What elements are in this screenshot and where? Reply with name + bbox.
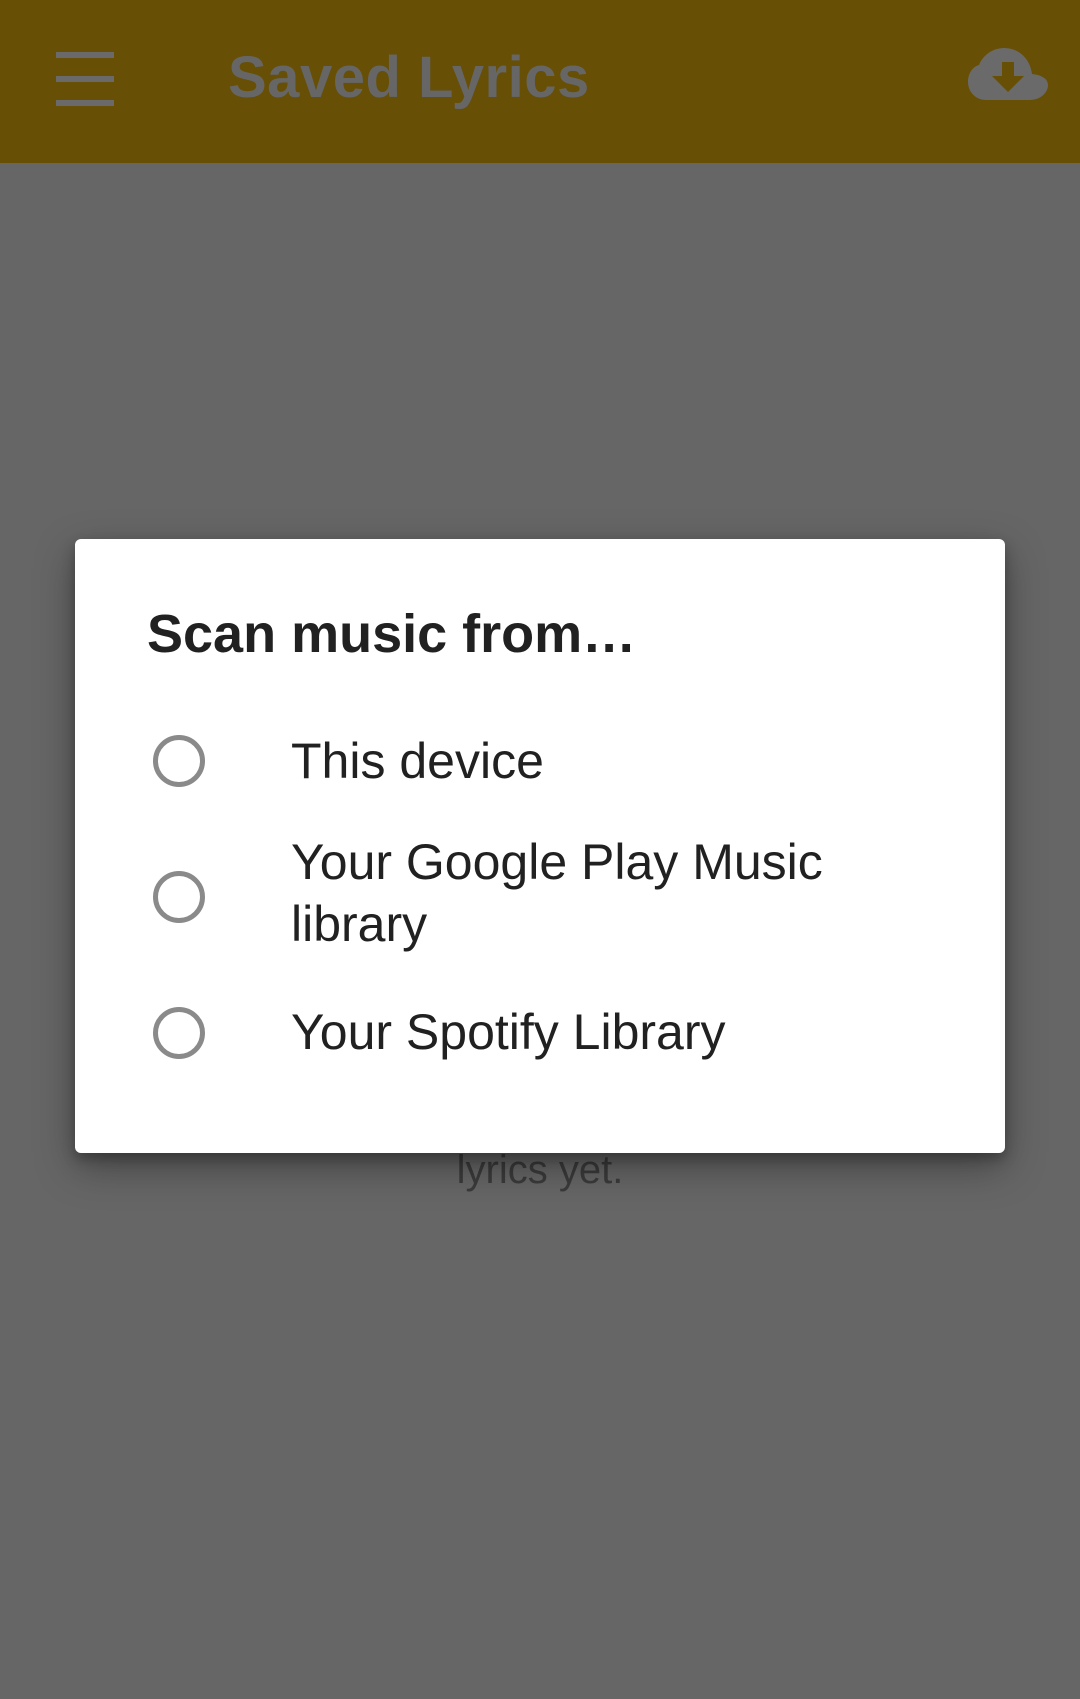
- option-spotify[interactable]: Your Spotify Library: [75, 971, 1005, 1101]
- option-label: Your Spotify Library: [291, 1004, 726, 1060]
- app-toolbar: Saved Lyrics: [0, 0, 1080, 163]
- option-this-device[interactable]: This device: [75, 701, 1005, 821]
- radio-button[interactable]: [153, 1007, 205, 1059]
- radio-button[interactable]: [153, 735, 205, 787]
- radio-button[interactable]: [153, 871, 205, 923]
- cloud-download-icon[interactable]: [968, 44, 1048, 114]
- scan-music-dialog: Scan music from… This device Your Google…: [75, 539, 1005, 1153]
- empty-state-text: lyrics yet.: [456, 1148, 624, 1192]
- app-title: Saved Lyrics: [228, 45, 590, 110]
- menu-icon[interactable]: [50, 52, 118, 106]
- option-label: Your Google Play Music library: [291, 834, 823, 952]
- option-label: This device: [291, 733, 544, 789]
- option-google-play-music[interactable]: Your Google Play Music library: [75, 821, 1005, 971]
- dialog-title: Scan music from…: [147, 604, 637, 664]
